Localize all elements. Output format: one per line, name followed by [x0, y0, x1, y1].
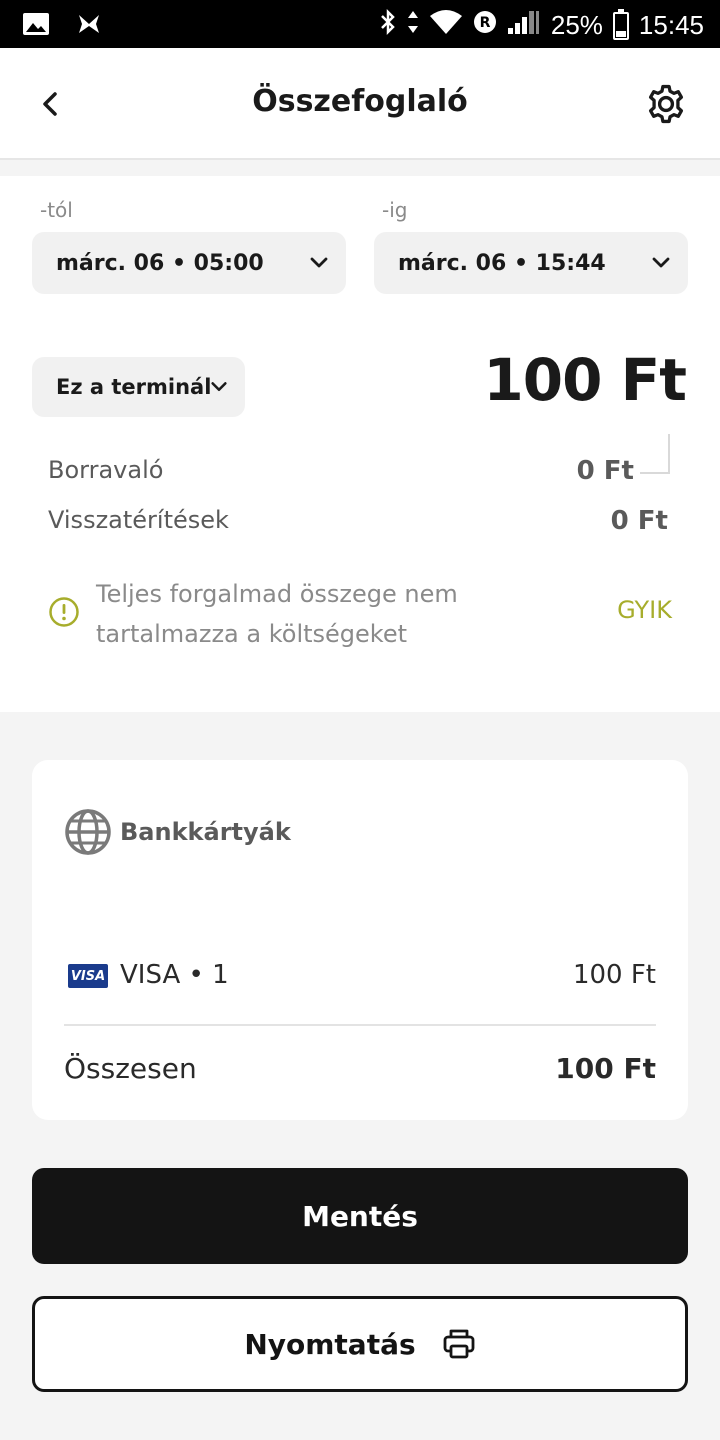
fees-notice: Teljes forgalmad összege nem tartalmazza…	[96, 580, 458, 648]
sum-label: Összesen	[64, 1052, 197, 1085]
terminal-select[interactable]: Ez a terminál	[32, 357, 245, 417]
save-button-label: Mentés	[302, 1199, 418, 1233]
visa-logo-icon: VISA	[68, 964, 108, 988]
from-date-select[interactable]: márc. 06 • 05:00	[32, 232, 346, 294]
status-bar: R 25% 15:45	[0, 0, 720, 48]
battery-icon	[612, 8, 629, 40]
sum-amount: 100 Ft	[555, 1052, 656, 1085]
total-amount: 100 Ft	[483, 346, 687, 414]
bluetooth-icon	[379, 8, 397, 43]
app-header: Összefoglaló	[0, 48, 720, 160]
data-arrows-icon	[407, 8, 419, 43]
chevron-down-icon	[211, 382, 227, 391]
page-title: Összefoglaló	[252, 84, 468, 119]
from-label: -tól	[40, 198, 73, 222]
globe-icon	[65, 809, 111, 855]
from-date-value: márc. 06 • 05:00	[56, 250, 264, 276]
divider	[64, 1024, 656, 1026]
battery-percent: 25%	[550, 10, 603, 40]
visa-amount: 100 Ft	[572, 960, 656, 990]
chevron-down-icon	[652, 257, 670, 268]
summary-section: -tól márc. 06 • 05:00 -ig márc. 06 • 15:…	[0, 176, 720, 712]
clock: 15:45	[638, 10, 704, 40]
refunds-value: 0 Ft	[610, 506, 668, 536]
print-button[interactable]: Nyomtatás	[32, 1296, 688, 1392]
settings-button[interactable]	[644, 82, 688, 126]
tips-value: 0 Ft	[576, 456, 634, 486]
signal-icon	[507, 8, 541, 43]
terminal-value: Ez a terminál	[56, 375, 212, 399]
tips-label: Borravaló	[48, 456, 164, 484]
app-notification-icon	[76, 11, 102, 41]
to-date-select[interactable]: márc. 06 • 15:44	[374, 232, 688, 294]
gear-icon	[648, 84, 684, 124]
refunds-label: Visszatérítések	[48, 506, 229, 534]
chevron-down-icon	[310, 257, 328, 268]
faq-link[interactable]: GYIK	[617, 596, 672, 624]
gallery-icon	[22, 10, 50, 42]
warning-circle-icon	[49, 597, 79, 627]
svg-text:R: R	[479, 15, 490, 31]
print-button-label: Nyomtatás	[244, 1327, 416, 1361]
to-date-value: márc. 06 • 15:44	[398, 250, 606, 276]
save-button[interactable]: Mentés	[32, 1168, 688, 1264]
card-title: Bankkártyák	[120, 818, 291, 846]
visa-label: VISA • 1	[120, 960, 229, 990]
card-payments-panel: Bankkártyák VISA VISA • 1 100 Ft Összese…	[32, 760, 688, 1120]
printer-icon	[443, 1329, 475, 1359]
tips-connector	[640, 434, 670, 474]
to-label: -ig	[382, 198, 408, 222]
wifi-icon	[429, 8, 463, 43]
roaming-icon: R	[473, 10, 497, 41]
